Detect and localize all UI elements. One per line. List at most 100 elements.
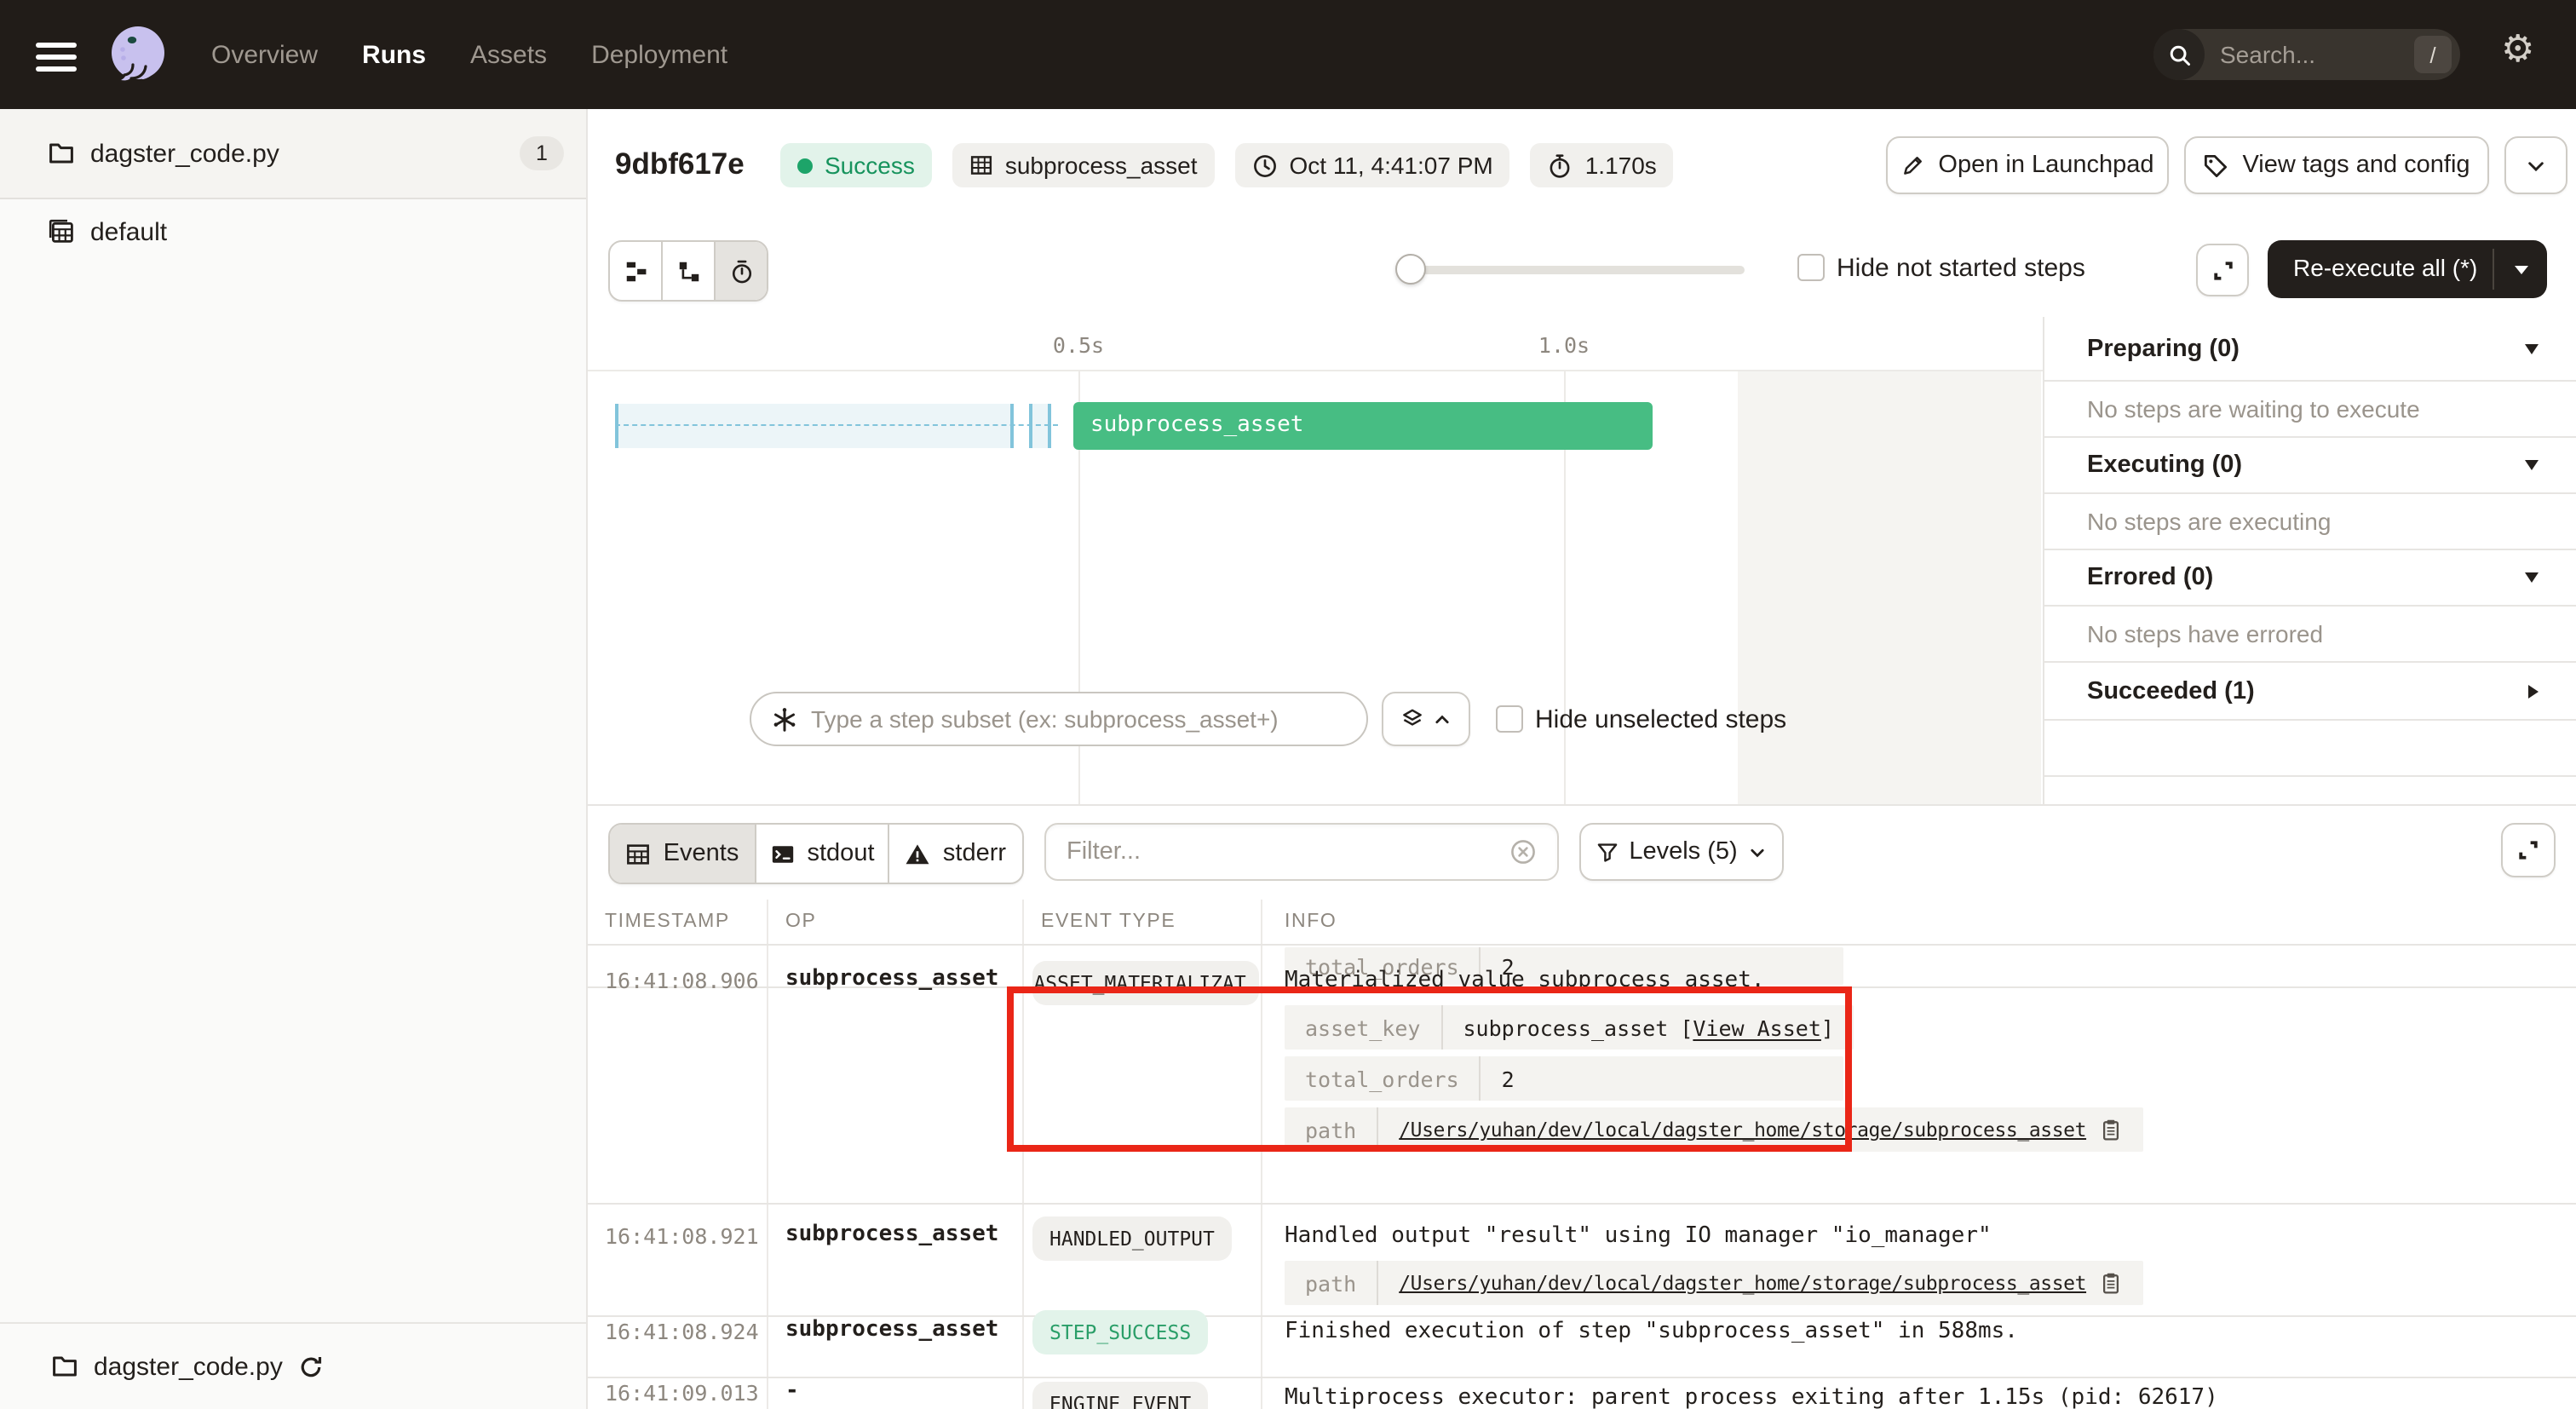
section-preparing[interactable]: Preparing (0) — [2044, 317, 2576, 382]
job-name-label: default — [90, 217, 167, 246]
section-succeeded-empty — [2044, 721, 2576, 777]
gantt-expand-button[interactable] — [2196, 244, 2249, 296]
path-link[interactable]: /Users/yuhan/dev/local/dagster_home/stor… — [1399, 1271, 2086, 1295]
folder-icon — [51, 1353, 78, 1380]
column-header-event-type: EVENT TYPE — [1041, 912, 1176, 932]
search-input[interactable]: Search... / — [2153, 29, 2460, 80]
view-timed-button[interactable] — [716, 242, 767, 300]
gantt-waiting-span — [615, 404, 1014, 448]
tab-stdout[interactable]: stdout — [756, 825, 889, 883]
nav-runs[interactable]: Runs — [362, 40, 426, 69]
event-op[interactable]: subprocess_asset — [785, 1222, 998, 1247]
run-header-more-button[interactable] — [2504, 136, 2567, 194]
footer-code-location-label: dagster_code.py — [94, 1352, 283, 1381]
event-message: Handled output "result" using IO manager… — [1285, 1223, 1992, 1249]
chevron-up-icon — [1433, 710, 1452, 728]
reexecute-all-button[interactable]: Re-execute all (*) — [2268, 240, 2547, 298]
clear-filter-icon[interactable] — [1509, 838, 1537, 866]
view-waterfall-button[interactable] — [663, 242, 716, 300]
gantt-overflow-zone — [1738, 371, 2041, 804]
column-divider — [1022, 900, 1024, 1409]
section-executing-empty: No steps are executing — [2044, 494, 2576, 550]
run-id: 9dbf617e — [615, 147, 745, 182]
event-message: Materialized value subprocess_asset. — [1285, 968, 1765, 993]
gantt-waiting-dash — [615, 424, 1058, 426]
column-header-timestamp: TIMESTAMP — [605, 912, 730, 932]
folder-icon — [48, 140, 75, 167]
metadata-entry: path /Users/yuhan/dev/local/dagster_home… — [1285, 1261, 2142, 1305]
column-divider — [1261, 900, 1262, 1409]
event-op[interactable]: subprocess_asset — [785, 966, 998, 992]
gantt-view-mode-group — [608, 240, 768, 302]
open-in-launchpad-button[interactable]: Open in Launchpad — [1886, 136, 2169, 194]
sidebar-item-code-location[interactable]: dagster_code.py 1 — [0, 109, 586, 199]
hide-unselected-checkbox[interactable] — [1496, 705, 1523, 733]
gantt-time-axis: 0.5s 1.0s — [588, 317, 2043, 371]
events-expand-button[interactable] — [2501, 823, 2556, 877]
hide-not-started-checkbox[interactable] — [1797, 254, 1825, 281]
section-errored[interactable]: Errored (0) — [2044, 550, 2576, 607]
sidebar-item-default-job[interactable]: default — [0, 198, 586, 266]
gear-icon[interactable]: ⚙ — [2501, 31, 2534, 68]
expand-icon — [2528, 684, 2539, 698]
warning-icon — [906, 841, 931, 866]
nav-links: Overview Runs Assets Deployment — [211, 0, 727, 109]
event-message: Finished execution of step "subprocess_a… — [1285, 1319, 2018, 1344]
event-timestamp: 16:41:08.924 — [605, 1319, 759, 1344]
expand-icon — [2516, 838, 2540, 862]
step-subset-input[interactable]: Type a step subset (ex: subprocess_asset… — [750, 692, 1368, 746]
stopwatch-icon — [1548, 152, 1573, 178]
table-icon — [626, 841, 652, 866]
path-link[interactable]: /Users/yuhan/dev/local/dagster_home/stor… — [1399, 1118, 2086, 1142]
nav-overview[interactable]: Overview — [211, 40, 318, 69]
step-query-options-button[interactable] — [1382, 692, 1470, 746]
levels-dropdown[interactable]: Levels (5) — [1579, 823, 1784, 881]
section-preparing-empty: No steps are waiting to execute — [2044, 382, 2576, 438]
log-view-tabs: Events stdout stderr — [608, 823, 1024, 884]
reexecute-dropdown-caret[interactable] — [2515, 266, 2528, 274]
nav-deployment[interactable]: Deployment — [591, 40, 727, 69]
step-selector-icon — [772, 706, 797, 732]
section-executing[interactable]: Executing (0) — [2044, 438, 2576, 494]
copy-icon[interactable] — [2098, 1118, 2122, 1142]
status-badge: Success — [780, 143, 932, 187]
pencil-icon — [1900, 153, 1924, 177]
event-op[interactable]: subprocess_asset — [785, 1317, 998, 1343]
tag-icon — [2203, 152, 2228, 178]
dagster-logo[interactable] — [102, 19, 174, 90]
zoom-slider-track[interactable] — [1407, 266, 1745, 274]
hide-not-started-label: Hide not started steps — [1837, 254, 2085, 283]
asset-tag[interactable]: subprocess_asset — [952, 143, 1215, 187]
terminal-icon — [770, 841, 796, 866]
axis-tick: 1.0s — [1538, 332, 1590, 358]
step-subset-placeholder: Type a step subset (ex: subprocess_asset… — [811, 705, 1279, 733]
run-header: 9dbf617e Success subprocess_asset Oct 11… — [588, 109, 2576, 223]
collapse-icon — [2525, 460, 2539, 470]
gantt-step-bar[interactable]: subprocess_asset — [1073, 402, 1653, 450]
grid-icon — [969, 153, 993, 177]
funnel-icon — [1596, 841, 1619, 863]
view-flat-button[interactable] — [610, 242, 663, 300]
nav-assets[interactable]: Assets — [470, 40, 547, 69]
tab-events[interactable]: Events — [610, 825, 756, 883]
section-succeeded[interactable]: Succeeded (1) — [2044, 663, 2576, 721]
tab-stderr[interactable]: stderr — [889, 825, 1022, 883]
copy-icon[interactable] — [2098, 1271, 2122, 1295]
event-type-badge: ENGINE_EVENT — [1032, 1382, 1208, 1409]
view-tags-config-button[interactable]: View tags and config — [2184, 136, 2489, 194]
zoom-slider-thumb[interactable] — [1395, 254, 1426, 285]
flat-list-icon — [623, 258, 648, 284]
event-timestamp: 16:41:08.906 — [605, 968, 759, 993]
reload-icon[interactable] — [298, 1354, 324, 1379]
hide-unselected-label: Hide unselected steps — [1535, 705, 1786, 734]
row-divider — [588, 944, 2576, 946]
code-location-label: dagster_code.py — [90, 139, 279, 168]
column-header-op: OP — [785, 912, 816, 932]
chevron-down-icon — [2525, 154, 2547, 176]
view-asset-link[interactable]: [View Asset] — [1680, 1015, 1834, 1040]
column-divider — [767, 900, 768, 1409]
menu-icon[interactable] — [36, 43, 77, 72]
event-op: - — [785, 1378, 799, 1404]
log-filter-input[interactable]: Filter... — [1044, 823, 1559, 881]
sidebar-footer: dagster_code.py — [0, 1322, 586, 1409]
